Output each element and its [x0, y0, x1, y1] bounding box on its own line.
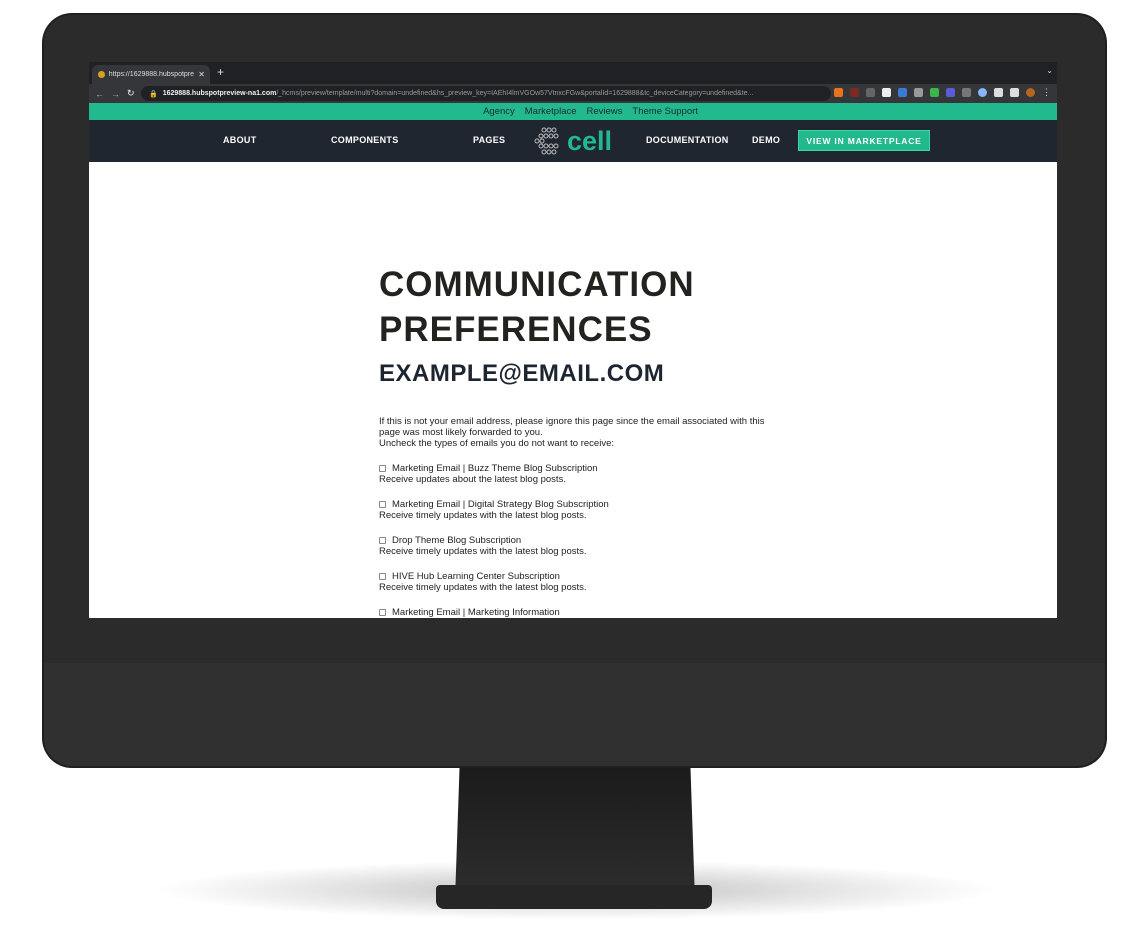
logo-hex-icon [534, 127, 559, 155]
subscription-checkbox-label[interactable]: Marketing Email | Buzz Theme Blog Subscr… [379, 463, 609, 474]
extension-icon[interactable] [866, 88, 875, 97]
checkbox[interactable] [379, 537, 386, 544]
monitor-stand [455, 760, 695, 900]
puzzle-icon[interactable] [994, 88, 1003, 97]
subscription-checkbox-label[interactable]: Drop Theme Blog Subscription [379, 535, 609, 546]
link-theme-support[interactable]: Theme Support [632, 106, 697, 117]
nav-pages[interactable]: PAGES [473, 135, 505, 145]
extension-icon[interactable] [850, 88, 859, 97]
monitor-chin [44, 663, 1105, 766]
extension-icon[interactable] [898, 88, 907, 97]
nav-demo[interactable]: DEMO [752, 135, 780, 145]
new-tab-icon[interactable]: + [217, 65, 224, 79]
extension-icon[interactable] [930, 88, 939, 97]
checkbox[interactable] [379, 573, 386, 580]
subscription-item: Marketing Email | Buzz Theme Blog Subscr… [379, 463, 609, 499]
url-path: /_hcms/preview/template/multi?domain=und… [276, 90, 754, 97]
screen: https://1629888.hubspotprevi... ✕ + ⌄ ← … [89, 62, 1057, 618]
tab-bar: https://1629888.hubspotprevi... ✕ + ⌄ [89, 62, 1057, 84]
back-icon[interactable]: ← [95, 89, 105, 99]
monitor-base [436, 885, 712, 909]
nav-about[interactable]: ABOUT [223, 135, 257, 145]
extension-icon[interactable] [962, 88, 971, 97]
address-bar-row: ← → ↻ 🔒 1629888.hubspotpreview-na1.com /… [89, 84, 1057, 103]
link-marketplace[interactable]: Marketplace [525, 106, 577, 117]
intro-text: If this is not your email address, pleas… [379, 416, 779, 449]
extension-icon[interactable] [834, 88, 843, 97]
subscription-name: HIVE Hub Learning Center Subscription [392, 571, 560, 582]
subscription-item: Marketing Email | Marketing Information [379, 607, 609, 618]
subscription-checkbox-label[interactable]: Marketing Email | Marketing Information [379, 607, 609, 618]
subscription-name: Marketing Email | Buzz Theme Blog Subscr… [392, 463, 598, 474]
nav-documentation[interactable]: DOCUMENTATION [646, 135, 729, 145]
extension-icon[interactable] [946, 88, 955, 97]
camera-icon[interactable] [914, 88, 923, 97]
logo[interactable]: cell [533, 126, 612, 156]
extension-icon[interactable] [882, 88, 891, 97]
subscription-description: Receive timely updates with the latest b… [379, 510, 587, 521]
extensions: ⋮ [834, 88, 1051, 97]
subscription-description: Receive timely updates with the latest b… [379, 546, 587, 557]
url-host: 1629888.hubspotpreview-na1.com [162, 90, 277, 97]
main-nav: ABOUT COMPONENTS PAGES cell DOCUMENTATIO… [89, 120, 1057, 162]
sidebar-icon[interactable] [1010, 88, 1019, 97]
view-in-marketplace-button[interactable]: VIEW IN MARKETPLACE [798, 130, 930, 151]
subscription-item: Drop Theme Blog Subscription Receive tim… [379, 535, 609, 571]
avatar[interactable] [1026, 88, 1035, 97]
intro-instruction: Uncheck the types of emails you do not w… [379, 438, 614, 449]
intro-notice: If this is not your email address, pleas… [379, 416, 765, 438]
menu-icon[interactable]: ⋮ [1042, 88, 1051, 97]
lock-icon: 🔒 [149, 90, 158, 98]
subscription-name: Marketing Email | Digital Strategy Blog … [392, 499, 609, 510]
subscription-name: Drop Theme Blog Subscription [392, 535, 522, 546]
nav-components[interactable]: COMPONENTS [331, 135, 399, 145]
favicon-icon [98, 71, 105, 78]
subscription-list: Marketing Email | Buzz Theme Blog Subscr… [379, 463, 609, 618]
extension-icon[interactable] [978, 88, 987, 97]
subscription-description: Receive updates about the latest blog po… [379, 474, 566, 485]
logo-text: cell [567, 125, 613, 156]
reload-icon[interactable]: ↻ [127, 88, 137, 99]
subscription-item: HIVE Hub Learning Center Subscription Re… [379, 571, 609, 607]
url-input[interactable]: 🔒 1629888.hubspotpreview-na1.com /_hcms/… [141, 86, 831, 101]
subscription-description: Receive timely updates with the latest b… [379, 582, 587, 593]
checkbox[interactable] [379, 465, 386, 472]
checkbox[interactable] [379, 609, 386, 616]
link-agency[interactable]: Agency [483, 106, 515, 117]
page-title: COMMUNICATION PREFERENCES [379, 265, 695, 349]
close-tab-icon[interactable]: ✕ [198, 70, 205, 79]
top-links-bar: Agency Marketplace Reviews Theme Support [89, 103, 1057, 120]
tab-title: https://1629888.hubspotprevi... [108, 71, 195, 78]
subscription-checkbox-label[interactable]: HIVE Hub Learning Center Subscription [379, 571, 609, 582]
subscription-checkbox-label[interactable]: Marketing Email | Digital Strategy Blog … [379, 499, 609, 510]
subscription-item: Marketing Email | Digital Strategy Blog … [379, 499, 609, 535]
link-reviews[interactable]: Reviews [587, 106, 623, 117]
browser-tab[interactable]: https://1629888.hubspotprevi... ✕ [92, 65, 210, 84]
checkbox[interactable] [379, 501, 386, 508]
email-address: EXAMPLE@EMAIL.COM [379, 360, 665, 387]
chevron-down-icon[interactable]: ⌄ [1046, 66, 1053, 75]
subscription-name: Marketing Email | Marketing Information [392, 607, 560, 618]
forward-icon[interactable]: → [111, 89, 121, 99]
